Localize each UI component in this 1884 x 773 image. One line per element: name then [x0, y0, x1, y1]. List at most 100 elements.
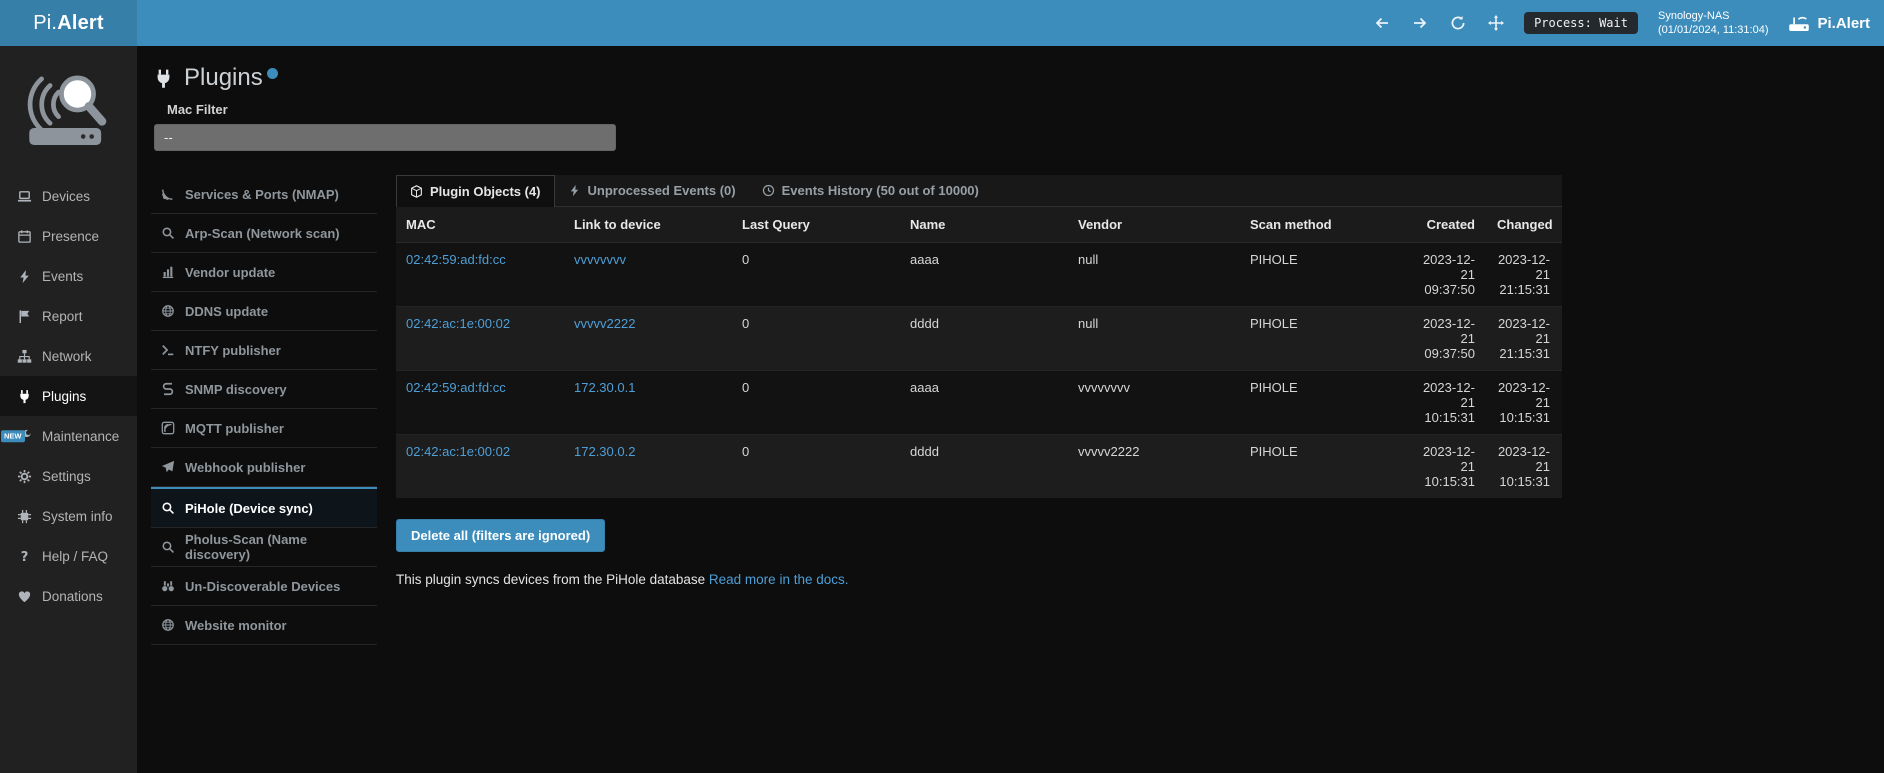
tab-bar: Plugin Objects (4) Unprocessed Events (0…: [396, 175, 1562, 207]
plugin-objects-table: MAC Link to device Last Query Name Vendo…: [396, 207, 1562, 498]
column-header-created: Created: [1412, 207, 1487, 243]
title-help-badge[interactable]: [267, 68, 278, 79]
sidebar-item-presence[interactable]: Presence: [0, 216, 137, 256]
sidebar-item-label: Events: [42, 269, 83, 284]
mac-link[interactable]: 02:42:ac:1e:00:02: [406, 316, 510, 331]
brand-light: Pi.: [33, 12, 57, 35]
forward-icon[interactable]: [1412, 15, 1428, 31]
name-cell: dddd: [900, 307, 1068, 371]
sidebar-item-label: Settings: [42, 469, 91, 484]
main-content: Plugins Mac Filter Services & Ports (NMA…: [137, 46, 1884, 773]
sidebar-item-events[interactable]: Events: [0, 256, 137, 296]
sitemap-icon: [17, 349, 32, 364]
sidebar-item-plugins[interactable]: Plugins: [0, 376, 137, 416]
plugin-nav-item-website-monitor[interactable]: Website monitor: [151, 606, 377, 645]
device-link[interactable]: vvvvv2222: [574, 316, 635, 331]
plugin-nav-item-ddns[interactable]: DDNS update: [151, 292, 377, 331]
plugin-nav-label: Vendor update: [185, 265, 275, 280]
satellite-dish-icon: [161, 187, 175, 201]
plugin-nav-item-pihole[interactable]: PiHole (Device sync): [151, 487, 377, 528]
process-status-badge: Process: Wait: [1524, 12, 1638, 34]
sidebar-item-network[interactable]: Network: [0, 336, 137, 376]
plugin-nav-item-arpscan[interactable]: Arp-Scan (Network scan): [151, 214, 377, 253]
search-icon: [161, 501, 175, 515]
microchip-icon: [17, 509, 32, 524]
pialert-logo-icon: [1788, 12, 1810, 34]
tab-events-history[interactable]: Events History (50 out of 10000): [749, 175, 992, 206]
plugin-nav-item-mqtt[interactable]: MQTT publisher: [151, 409, 377, 448]
plugin-panel: Plugin Objects (4) Unprocessed Events (0…: [396, 175, 1562, 587]
plugin-description-text: This plugin syncs devices from the PiHol…: [396, 572, 709, 587]
tab-label: Events History (50 out of 10000): [782, 183, 979, 198]
app-logo[interactable]: Pi.Alert: [0, 0, 137, 46]
column-header-vendor: Vendor: [1068, 207, 1240, 243]
plug-icon: [17, 389, 32, 404]
plugin-nav-item-vendor-update[interactable]: Vendor update: [151, 253, 377, 292]
delete-all-button[interactable]: Delete all (filters are ignored): [396, 519, 605, 552]
sidebar-item-label: Report: [42, 309, 83, 324]
table-row: 02:42:ac:1e:00:02 172.30.0.2 0 dddd vvvv…: [396, 435, 1562, 499]
mac-link[interactable]: 02:42:ac:1e:00:02: [406, 444, 510, 459]
plugin-nav-label: Arp-Scan (Network scan): [185, 226, 340, 241]
mac-link[interactable]: 02:42:59:ad:fd:cc: [406, 380, 506, 395]
tab-unprocessed-events[interactable]: Unprocessed Events (0): [555, 175, 749, 206]
sidebar-item-settings[interactable]: Settings: [0, 456, 137, 496]
sidebar-toggle-icon[interactable]: [151, 15, 171, 32]
cube-icon: [410, 185, 423, 198]
plug-icon: [153, 68, 174, 89]
plugin-nav-label: SNMP discovery: [185, 382, 287, 397]
scan-method-cell: PIHOLE: [1240, 243, 1412, 307]
sidebar-item-label: Maintenance: [42, 429, 119, 444]
back-icon[interactable]: [1374, 15, 1390, 31]
sidebar-item-help-faq[interactable]: ? Help / FAQ: [0, 536, 137, 576]
vendor-cell: vvvvvvvv: [1068, 371, 1240, 435]
svg-text:?: ?: [21, 550, 29, 564]
plugin-nav-label: Services & Ports (NMAP): [185, 187, 339, 202]
device-link[interactable]: vvvvvvvv: [574, 252, 626, 267]
plugin-nav-label: DDNS update: [185, 304, 268, 319]
sidebar-item-maintenance[interactable]: NEW Maintenance: [0, 416, 137, 456]
plugin-nav-label: PiHole (Device sync): [185, 501, 313, 516]
tab-label: Unprocessed Events (0): [588, 183, 736, 198]
mac-link[interactable]: 02:42:59:ad:fd:cc: [406, 252, 506, 267]
sidebar-item-report[interactable]: Report: [0, 296, 137, 336]
sidebar-item-devices[interactable]: Devices: [0, 176, 137, 216]
changed-cell: 2023-12-21 21:15:31: [1487, 307, 1562, 371]
plugin-nav-label: Webhook publisher: [185, 460, 305, 475]
name-cell: aaaa: [900, 371, 1068, 435]
mac-filter-input[interactable]: [154, 124, 616, 151]
docs-link[interactable]: Read more in the docs.: [709, 572, 849, 587]
move-icon[interactable]: [1488, 15, 1504, 31]
device-link[interactable]: 172.30.0.2: [574, 444, 635, 459]
plugin-nav-item-webhook[interactable]: Webhook publisher: [151, 448, 377, 487]
plugin-nav-item-pholus[interactable]: Pholus-Scan (Name discovery): [151, 528, 377, 567]
question-icon: ?: [17, 549, 32, 564]
created-cell: 2023-12-21 09:37:50: [1412, 243, 1487, 307]
sidebar-item-system-info[interactable]: System info: [0, 496, 137, 536]
plugin-nav-label: NTFY publisher: [185, 343, 281, 358]
name-cell: dddd: [900, 435, 1068, 499]
changed-cell: 2023-12-21 10:15:31: [1487, 371, 1562, 435]
sidebar-item-donations[interactable]: Donations: [0, 576, 137, 616]
device-link[interactable]: 172.30.0.1: [574, 380, 635, 395]
mac-filter-label: Mac Filter: [167, 102, 1884, 117]
paper-plane-icon: [161, 460, 175, 474]
refresh-icon[interactable]: [1450, 15, 1466, 31]
vendor-cell: null: [1068, 307, 1240, 371]
plugin-nav-item-undiscoverable[interactable]: Un-Discoverable Devices: [151, 567, 377, 606]
last-query-cell: 0: [732, 435, 900, 499]
plugin-nav-item-ntfy[interactable]: NTFY publisher: [151, 331, 377, 370]
vendor-cell: null: [1068, 243, 1240, 307]
page-title-text: Plugins: [184, 64, 263, 92]
table-row: 02:42:59:ad:fd:cc vvvvvvvv 0 aaaa null P…: [396, 243, 1562, 307]
changed-cell: 2023-12-21 10:15:31: [1487, 435, 1562, 499]
tab-label: Plugin Objects (4): [430, 184, 541, 199]
created-cell: 2023-12-21 09:37:50: [1412, 307, 1487, 371]
created-cell: 2023-12-21 10:15:31: [1412, 435, 1487, 499]
plugin-nav-item-snmp[interactable]: SNMP discovery: [151, 370, 377, 409]
sidebar-item-label: Plugins: [42, 389, 86, 404]
tab-plugin-objects[interactable]: Plugin Objects (4): [396, 175, 555, 207]
plugin-nav: Services & Ports (NMAP) Arp-Scan (Networ…: [151, 175, 377, 645]
bolt-icon: [17, 269, 32, 284]
plugin-nav-item-nmap[interactable]: Services & Ports (NMAP): [151, 175, 377, 214]
